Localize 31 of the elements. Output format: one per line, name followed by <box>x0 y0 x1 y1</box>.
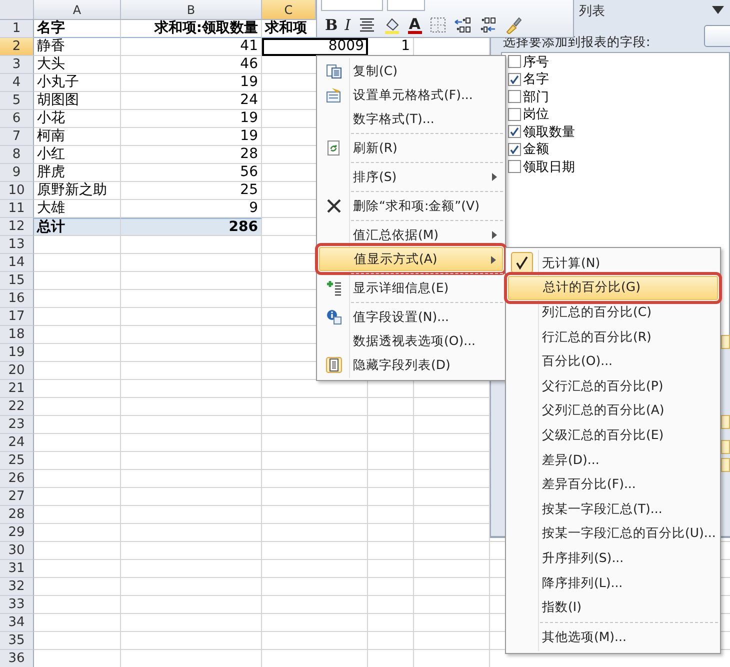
field-label: 金额 <box>523 141 549 158</box>
field-label: 部门 <box>523 88 549 106</box>
field-label: 岗位 <box>523 106 549 124</box>
table-cell: 286 <box>121 218 262 236</box>
table-cell: 小红 <box>34 146 121 164</box>
table-cell: 静香 <box>34 38 121 56</box>
table-cell: 24 <box>121 92 262 110</box>
field-label: 领取数量 <box>523 124 575 141</box>
table-cell: 28 <box>121 146 262 164</box>
pane-title: 列表 <box>579 3 605 20</box>
table-cell: 柯南 <box>34 128 121 146</box>
table-cell: 小丸子 <box>34 74 121 92</box>
field-label: 名字 <box>523 71 549 88</box>
table-cell: 求和项:领取数量 <box>121 20 262 38</box>
table-cell: 名字 <box>34 20 121 38</box>
table-cell: 大头 <box>34 56 121 74</box>
field-label: 序号 <box>523 54 549 71</box>
table-cell: 胡图图 <box>34 92 121 110</box>
table-cell: 胖虎 <box>34 164 121 182</box>
table-cell: 19 <box>121 74 262 92</box>
table-cell: 19 <box>121 110 262 128</box>
table-cell: 41 <box>121 38 262 56</box>
table-cell: 56 <box>121 164 262 182</box>
table-cell: 小花 <box>34 110 121 128</box>
table-cell: 25 <box>121 182 262 200</box>
table-cell: 19 <box>121 128 262 146</box>
field-label: 领取日期 <box>523 158 575 176</box>
table-cell: 46 <box>121 56 262 74</box>
table-cell: 原野新之助 <box>34 182 121 200</box>
table-cell: 8009 <box>262 38 368 56</box>
table-cell: 总计 <box>34 218 121 236</box>
